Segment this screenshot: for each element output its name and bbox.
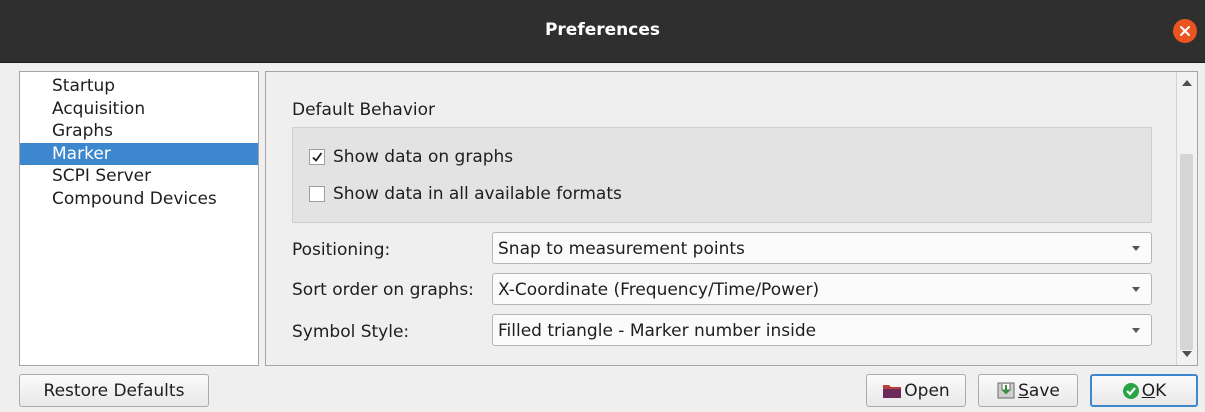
marker-settings-pane: Default Behavior Show data on graphs Sho… (265, 71, 1198, 366)
symbol-style-value: Filled triangle - Marker number inside (498, 321, 817, 341)
open-label: Open (904, 380, 950, 401)
positioning-label: Positioning: (292, 240, 391, 260)
close-button[interactable] (1173, 19, 1197, 43)
show-data-on-graphs-checkbox[interactable] (309, 149, 325, 165)
positioning-value: Snap to measurement points (498, 239, 745, 259)
window-title: Preferences (544, 20, 661, 40)
sort-order-value: X-Coordinate (Frequency/Time/Power) (498, 280, 820, 300)
nav-item-compound-devices[interactable]: Compound Devices (20, 188, 258, 211)
ok-button[interactable]: OK (1090, 374, 1198, 407)
restore-defaults-button[interactable]: Restore Defaults (19, 374, 209, 407)
symbol-style-label: Symbol Style: (292, 322, 410, 342)
show-data-on-graphs-label: Show data on graphs (333, 147, 514, 167)
check-circle-icon (1122, 382, 1140, 400)
close-icon (1180, 26, 1190, 36)
show-all-formats-label: Show data in all available formats (333, 184, 622, 204)
dropdown-arrow-icon (1132, 287, 1140, 292)
nav-item-marker[interactable]: Marker (20, 142, 258, 165)
scroll-up-icon[interactable] (1182, 80, 1192, 86)
nav-item-graphs[interactable]: Graphs (20, 120, 258, 143)
vertical-scrollbar[interactable] (1176, 72, 1197, 365)
save-icon (996, 381, 1016, 400)
nav-item-acquisition[interactable]: Acquisition (20, 98, 258, 121)
title-bar: Preferences (0, 0, 1205, 63)
save-mnemonic: S (1018, 380, 1029, 401)
scroll-thumb[interactable] (1180, 154, 1193, 350)
show-data-on-graphs-row[interactable]: Show data on graphs (309, 147, 513, 167)
sort-order-label: Sort order on graphs: (292, 280, 474, 300)
dropdown-arrow-icon (1132, 328, 1140, 333)
folder-icon (882, 382, 902, 400)
default-behavior-group: Show data on graphs Show data in all ava… (292, 127, 1152, 223)
ok-mnemonic: O (1141, 380, 1156, 401)
sort-order-dropdown[interactable]: X-Coordinate (Frequency/Time/Power) (492, 273, 1152, 305)
checkmark-icon (312, 152, 323, 162)
scroll-down-icon[interactable] (1182, 351, 1192, 357)
ok-label: K (1155, 380, 1167, 401)
save-button[interactable]: Save (978, 374, 1078, 407)
show-all-formats-row[interactable]: Show data in all available formats (309, 184, 622, 204)
positioning-dropdown[interactable]: Snap to measurement points (492, 232, 1152, 264)
nav-item-scpi-server[interactable]: SCPI Server (20, 165, 258, 188)
save-label: ave (1028, 380, 1060, 401)
dropdown-arrow-icon (1132, 246, 1140, 251)
symbol-style-dropdown[interactable]: Filled triangle - Marker number inside (492, 314, 1152, 346)
open-button[interactable]: Open (866, 374, 966, 407)
nav-item-startup[interactable]: Startup (20, 75, 258, 98)
restore-defaults-label: Restore Defaults (43, 380, 185, 401)
preferences-nav-list[interactable]: Startup Acquisition Graphs Marker SCPI S… (19, 71, 259, 366)
show-all-formats-checkbox[interactable] (309, 186, 325, 202)
default-behavior-heading: Default Behavior (292, 100, 436, 120)
